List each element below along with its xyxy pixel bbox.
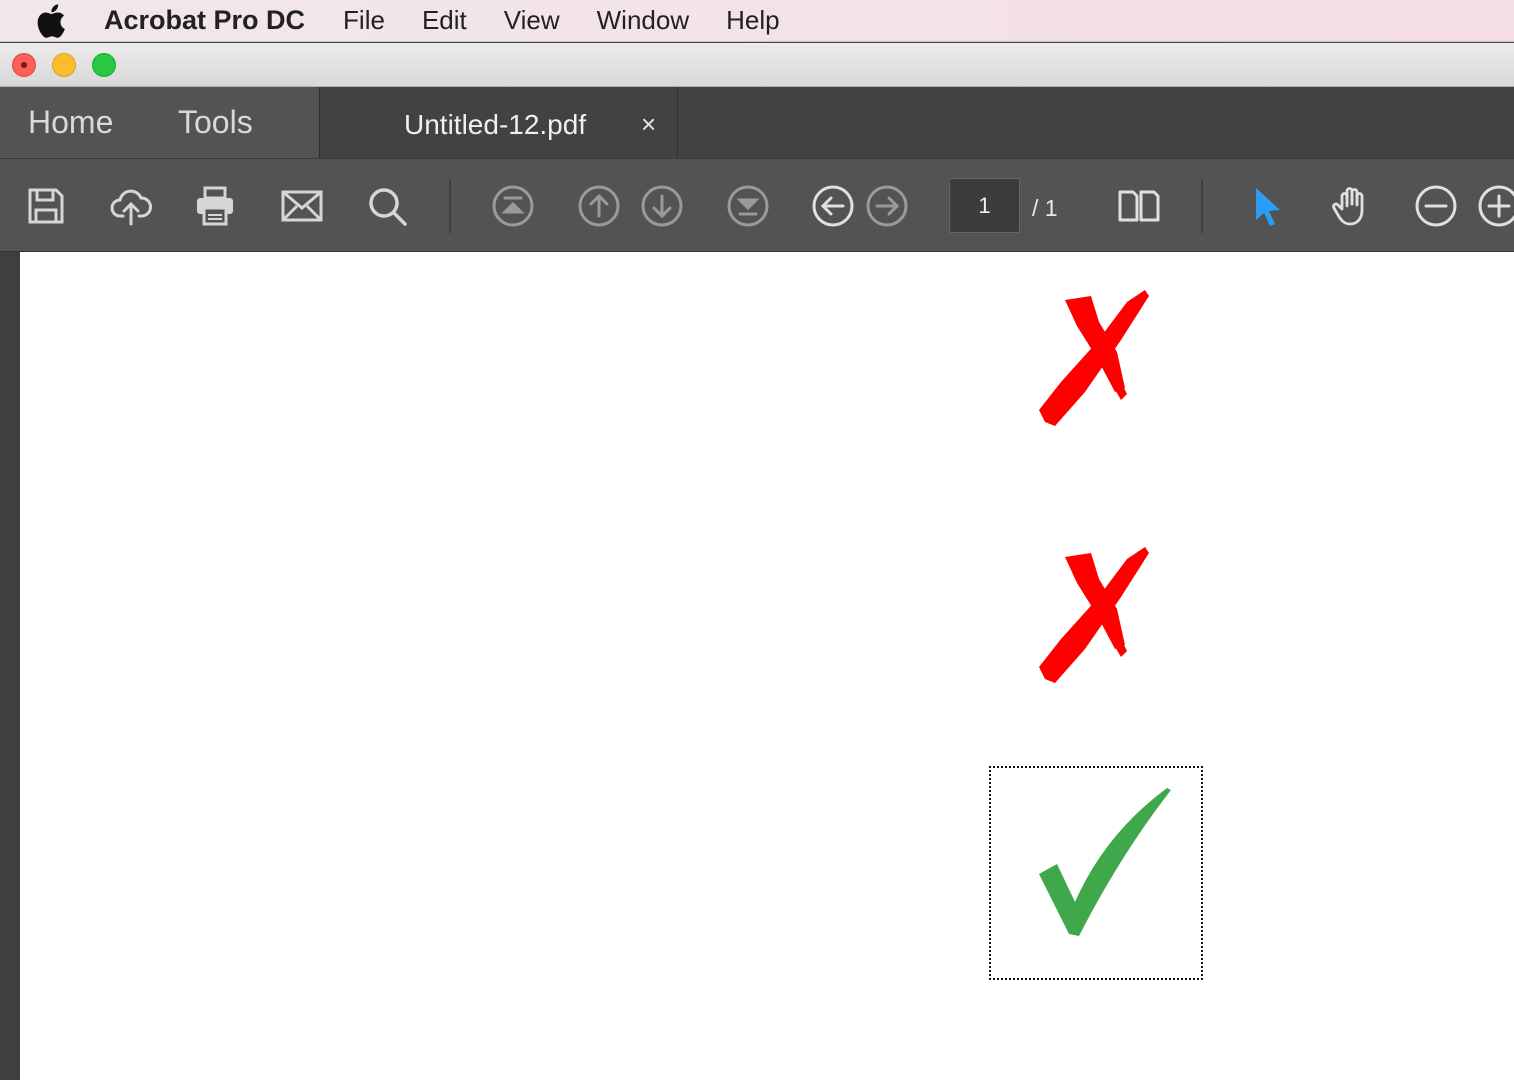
green-check-mark[interactable] [1035,784,1173,938]
red-cross-mark-2[interactable] [1025,539,1160,689]
window-title-bar [0,43,1514,87]
system-menu-bar: Acrobat Pro DC File Edit View Window Hel… [0,0,1514,42]
page-total-label: / 1 [1032,195,1058,221]
upload-cloud-icon[interactable] [107,182,155,230]
back-icon[interactable] [809,182,857,230]
select-cursor-icon[interactable] [1242,182,1290,230]
previous-page-icon[interactable] [575,182,623,230]
last-page-icon[interactable] [724,182,772,230]
menu-window[interactable]: Window [597,5,689,36]
toolbar-separator [1201,179,1203,233]
zoom-out-icon[interactable] [1412,182,1460,230]
page-view-icon[interactable] [1115,182,1163,230]
save-icon[interactable] [22,182,70,230]
pdf-page[interactable] [20,252,1514,1080]
menu-file[interactable]: File [343,5,385,36]
toolbar-separator [449,179,451,233]
tab-document[interactable]: Untitled-12.pdf × [320,87,678,158]
hand-icon[interactable] [1327,182,1375,230]
first-page-icon[interactable] [489,182,537,230]
document-left-gutter [0,252,20,1080]
tab-tools[interactable]: Tools [148,87,320,158]
red-cross-mark-1[interactable] [1025,282,1160,432]
menu-app-name[interactable]: Acrobat Pro DC [104,5,305,36]
minimize-window-button[interactable] [52,53,76,77]
close-window-button[interactable] [12,53,36,77]
forward-icon[interactable] [863,182,911,230]
zoom-window-button[interactable] [92,53,116,77]
zoom-in-icon[interactable] [1475,182,1514,230]
email-icon[interactable] [278,182,326,230]
menu-view[interactable]: View [504,5,560,36]
print-icon[interactable] [191,182,239,230]
tab-home[interactable]: Home [0,87,148,158]
selection-box[interactable] [989,766,1203,980]
tab-bar: Home Tools Untitled-12.pdf × [0,87,1514,158]
page-number-input[interactable]: 1 [949,178,1020,233]
menu-help[interactable]: Help [726,5,779,36]
menu-edit[interactable]: Edit [422,5,467,36]
document-tab-label: Untitled-12.pdf [404,109,587,140]
next-page-icon[interactable] [638,182,686,230]
apple-icon[interactable] [36,3,72,38]
main-toolbar: 1 / 1 [0,158,1514,252]
close-tab-icon[interactable]: × [641,109,656,140]
search-icon[interactable] [363,182,411,230]
